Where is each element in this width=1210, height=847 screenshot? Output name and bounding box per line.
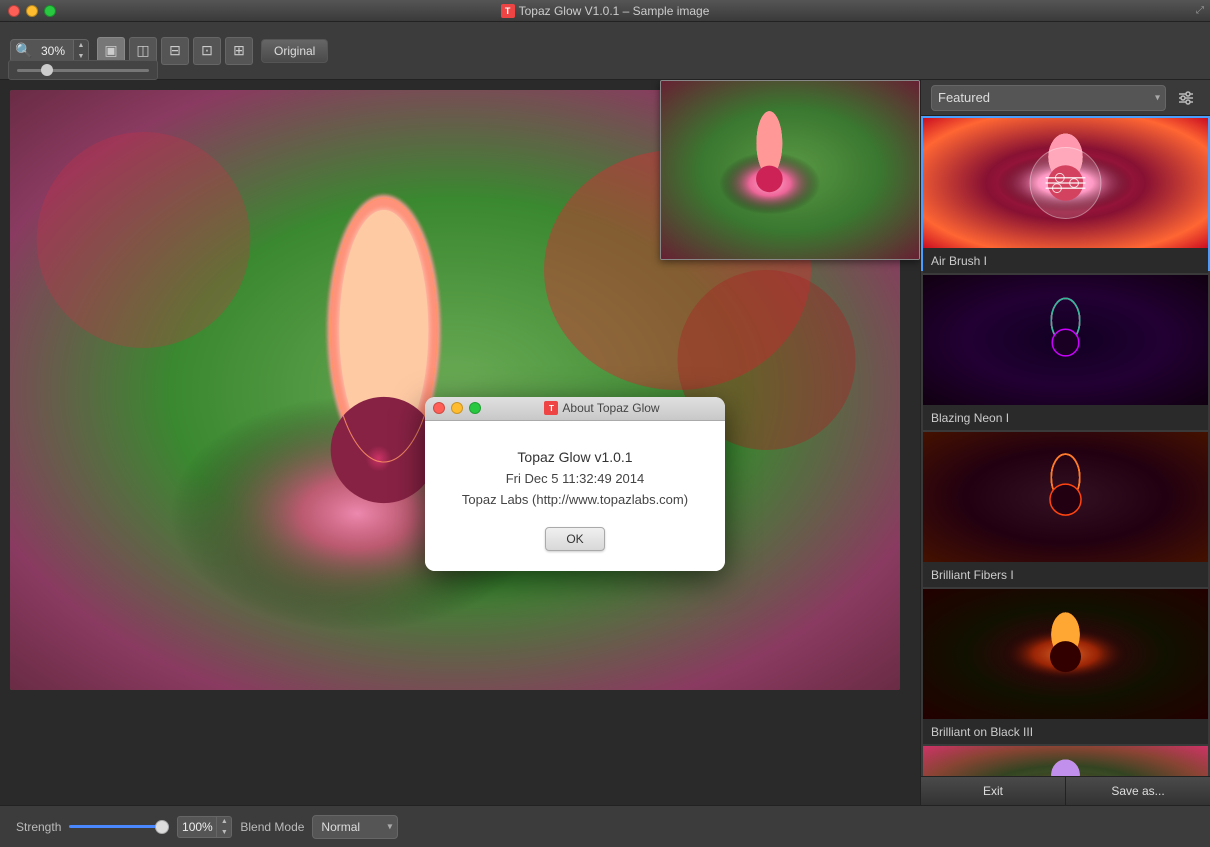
sidebar-action-bar: Exit Save as... xyxy=(921,776,1210,805)
dialog-url: Topaz Labs (http://www.topazlabs.com) xyxy=(445,492,705,507)
dialog-ok-button[interactable]: OK xyxy=(545,527,604,551)
thumbnail-preview xyxy=(660,80,920,260)
toolbar: 🔍 ▲ ▼ ▣ ◫ ⊟ ⊡ ⊞ Original xyxy=(0,22,1210,80)
preset-blazing-image xyxy=(923,275,1208,405)
dialog-close-button[interactable] xyxy=(433,402,445,414)
zoom-control[interactable]: 🔍 ▲ ▼ xyxy=(10,39,89,63)
zoom-section: 🔍 ▲ ▼ xyxy=(10,39,89,63)
strength-value-input[interactable] xyxy=(178,820,216,834)
sidebar-header: Featured All Recent xyxy=(921,80,1210,116)
dialog-title-text: T About Topaz Glow xyxy=(544,401,659,415)
preset-fibers-image xyxy=(923,432,1208,562)
preset-airbrush-i[interactable]: Air Brush I xyxy=(921,116,1210,271)
maximize-button[interactable] xyxy=(44,5,56,17)
preset-last-image xyxy=(923,746,1208,776)
preset-black-label: Brilliant on Black III xyxy=(923,719,1208,744)
zoom-stepper[interactable]: ▲ ▼ xyxy=(73,40,88,62)
strength-slider[interactable] xyxy=(69,825,169,828)
strength-up-arrow[interactable]: ▲ xyxy=(217,816,231,827)
about-dialog[interactable]: T About Topaz Glow Topaz Glow v1.0.1 Fri… xyxy=(425,397,725,571)
strength-stepper[interactable]: ▲ ▼ xyxy=(216,816,231,838)
blend-mode-label: Blend Mode xyxy=(240,820,304,834)
window-controls xyxy=(8,5,56,17)
minimize-button[interactable] xyxy=(26,5,38,17)
close-button[interactable] xyxy=(8,5,20,17)
zoom-up-arrow[interactable]: ▲ xyxy=(74,40,88,51)
preset-last[interactable] xyxy=(921,744,1210,776)
preset-airbrush-label: Air Brush I xyxy=(923,248,1208,273)
blend-mode-select[interactable]: Normal Multiply Screen Overlay Soft Ligh… xyxy=(312,815,398,839)
preset-blazing-thumb-container: Blazing Neon I xyxy=(921,273,1210,428)
preset-blazing-neon-i[interactable]: Blazing Neon I xyxy=(921,273,1210,428)
window-title: T Topaz Glow V1.0.1 – Sample image xyxy=(501,4,710,18)
bottom-bar: Strength ▲ ▼ Blend Mode Normal Multiply … xyxy=(0,805,1210,847)
preset-brilliant-fibers-i[interactable]: Brilliant Fibers I xyxy=(921,430,1210,585)
preset-airbrush-image xyxy=(923,118,1208,248)
original-button[interactable]: Original xyxy=(261,39,328,63)
app-icon: T xyxy=(501,4,515,18)
sidebar: Featured All Recent xyxy=(920,80,1210,805)
dialog-body: Topaz Glow v1.0.1 Fri Dec 5 11:32:49 201… xyxy=(425,421,725,571)
thumbnail-image xyxy=(661,81,919,259)
bottom-bar-left: Strength ▲ ▼ Blend Mode Normal Multiply … xyxy=(16,815,1194,839)
preset-fibers-thumb-container: Brilliant Fibers I xyxy=(921,430,1210,585)
category-select-wrapper[interactable]: Featured All Recent xyxy=(931,85,1166,111)
view-quad-button[interactable]: ⊡ xyxy=(193,37,221,65)
strength-label: Strength xyxy=(16,820,61,834)
sidebar-settings-button[interactable] xyxy=(1172,84,1200,112)
expand-icon[interactable]: ⤢ xyxy=(1196,5,1204,16)
dialog-minimize-button[interactable] xyxy=(451,402,463,414)
zoom-slider[interactable] xyxy=(17,69,149,72)
preset-black-image xyxy=(923,589,1208,719)
strength-value-group[interactable]: ▲ ▼ xyxy=(177,816,232,838)
preset-airbrush-thumb-container: Air Brush I xyxy=(921,116,1210,271)
zoom-slider-container xyxy=(8,60,158,80)
view-split-v-button[interactable]: ⊟ xyxy=(161,37,189,65)
dialog-maximize-button[interactable] xyxy=(469,402,481,414)
preset-brilliant-on-black-iii[interactable]: Brilliant on Black III xyxy=(921,587,1210,742)
blend-mode-select-wrapper[interactable]: Normal Multiply Screen Overlay Soft Ligh… xyxy=(312,815,398,839)
view-fit-button[interactable]: ⊞ xyxy=(225,37,253,65)
strength-down-arrow[interactable]: ▼ xyxy=(217,827,231,838)
presets-list: Air Brush I xyxy=(921,116,1210,776)
zoom-input[interactable] xyxy=(33,40,73,62)
zoom-icon: 🔍 xyxy=(11,40,33,62)
dialog-date: Fri Dec 5 11:32:49 2014 xyxy=(445,471,705,486)
preset-blazing-label: Blazing Neon I xyxy=(923,405,1208,430)
sliders-icon xyxy=(1177,89,1195,107)
dialog-title-bar: T About Topaz Glow xyxy=(425,397,725,421)
category-select[interactable]: Featured All Recent xyxy=(931,85,1166,111)
dialog-app-icon: T xyxy=(544,401,558,415)
preset-fibers-label: Brilliant Fibers I xyxy=(923,562,1208,587)
strength-slider-container xyxy=(69,825,169,828)
title-bar: T Topaz Glow V1.0.1 – Sample image ⤢ xyxy=(0,0,1210,22)
dialog-app-name: Topaz Glow v1.0.1 xyxy=(445,449,705,465)
exit-button[interactable]: Exit xyxy=(921,777,1066,805)
preset-last-thumb-container xyxy=(921,744,1210,776)
save-button[interactable]: Save as... xyxy=(1066,777,1210,805)
preset-black-thumb-container: Brilliant on Black III xyxy=(921,587,1210,742)
